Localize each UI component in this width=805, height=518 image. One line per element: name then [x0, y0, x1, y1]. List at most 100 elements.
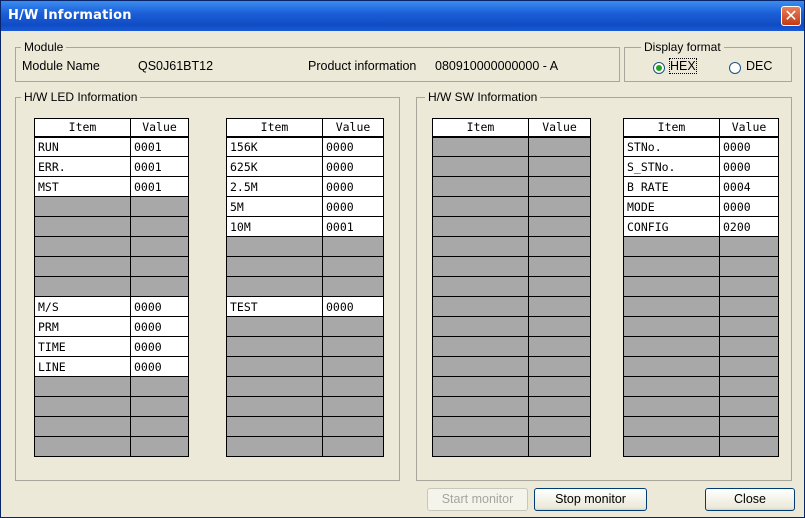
hw-sw-legend: H/W SW Information — [425, 90, 541, 104]
cell-item — [432, 356, 529, 377]
window-title: H/W Information — [8, 8, 132, 23]
table-row — [432, 216, 591, 237]
table-row — [623, 416, 779, 437]
table-row — [226, 396, 384, 417]
cell-value — [719, 436, 779, 457]
cell-item — [226, 276, 323, 297]
hw-information-window: H/W Information ✕ Module Module Name QS0… — [0, 0, 805, 518]
cell-value — [528, 256, 591, 277]
cell-item — [226, 336, 323, 357]
column-header-item: Item — [623, 118, 720, 138]
table-row — [623, 256, 779, 277]
table-row: 2.5M 0000 — [226, 176, 384, 197]
table-row: B RATE 0004 — [623, 176, 779, 197]
cell-item — [226, 376, 323, 397]
table-row — [34, 416, 189, 437]
table-row: 156K 0000 — [226, 136, 384, 157]
close-button[interactable]: Close — [705, 488, 795, 511]
cell-item: B RATE — [623, 176, 720, 197]
start-monitor-button[interactable]: Start monitor — [427, 488, 528, 511]
cell-item — [432, 196, 529, 217]
table-row — [623, 376, 779, 397]
cell-value — [322, 356, 384, 377]
table-row — [226, 436, 384, 457]
cell-value — [130, 196, 189, 217]
table-row — [432, 156, 591, 177]
cell-item — [226, 356, 323, 377]
table-row — [226, 356, 384, 377]
sw-table-1: Item Value — [432, 118, 591, 457]
cell-item — [34, 276, 131, 297]
cell-item — [432, 176, 529, 197]
cell-value — [528, 196, 591, 217]
stop-monitor-button[interactable]: Stop monitor — [534, 488, 647, 511]
cell-item: M/S — [34, 296, 131, 317]
table-row: 10M 0001 — [226, 216, 384, 237]
cell-item: STNo. — [623, 136, 720, 157]
table-row — [34, 276, 189, 297]
table-row: TIME 0000 — [34, 336, 189, 357]
cell-item — [432, 236, 529, 257]
cell-value — [528, 216, 591, 237]
cell-value — [322, 376, 384, 397]
cell-value — [528, 236, 591, 257]
table-row: 625K 0000 — [226, 156, 384, 177]
table-row — [432, 396, 591, 417]
table-row: STNo. 0000 — [623, 136, 779, 157]
column-header-item: Item — [226, 118, 323, 138]
cell-value: 0000 — [322, 296, 384, 317]
cell-item: RUN — [34, 136, 131, 157]
column-header-value: Value — [322, 118, 384, 138]
table-row: CONFIG 0200 — [623, 216, 779, 237]
cell-item — [623, 316, 720, 337]
cell-item — [432, 296, 529, 317]
cell-value — [130, 236, 189, 257]
table-row: RUN 0001 — [34, 136, 189, 157]
cell-value: 0000 — [322, 156, 384, 177]
title-bar[interactable]: H/W Information ✕ — [1, 1, 804, 31]
table-row: S_STNo. 0000 — [623, 156, 779, 177]
table-row — [432, 356, 591, 377]
cell-value — [322, 316, 384, 337]
table-row — [432, 196, 591, 217]
column-header-value: Value — [719, 118, 779, 138]
cell-value — [528, 296, 591, 317]
table-row — [623, 396, 779, 417]
cell-value: 0000 — [130, 336, 189, 357]
cell-item — [623, 276, 720, 297]
cell-item: 2.5M — [226, 176, 323, 197]
cell-value: 0000 — [130, 356, 189, 377]
dec-radio[interactable] — [729, 62, 741, 74]
cell-value — [528, 376, 591, 397]
table-row — [34, 396, 189, 417]
cell-value: 0001 — [130, 156, 189, 177]
cell-item — [34, 236, 131, 257]
dec-radio-label[interactable]: DEC — [746, 59, 772, 73]
cell-value — [322, 416, 384, 437]
cell-item — [34, 416, 131, 437]
hw-led-group: H/W LED Information Item Value RUN 0001 ERR.… — [15, 90, 400, 481]
cell-value — [528, 276, 591, 297]
cell-value — [130, 376, 189, 397]
cell-item: ERR. — [34, 156, 131, 177]
cell-value — [719, 296, 779, 317]
cell-item — [226, 236, 323, 257]
cell-value — [528, 356, 591, 377]
table-row — [623, 336, 779, 357]
cell-value — [528, 136, 591, 157]
cell-value — [719, 316, 779, 337]
hex-radio-label[interactable]: HEX — [669, 58, 697, 74]
cell-item — [34, 196, 131, 217]
cell-item — [623, 376, 720, 397]
cell-item — [226, 316, 323, 337]
close-icon[interactable]: ✕ — [781, 6, 801, 26]
cell-item — [432, 336, 529, 357]
table-row — [34, 376, 189, 397]
cell-item: S_STNo. — [623, 156, 720, 177]
hex-radio[interactable] — [653, 62, 665, 74]
cell-value — [528, 156, 591, 177]
cell-item — [623, 416, 720, 437]
cell-item — [432, 136, 529, 157]
cell-item: 625K — [226, 156, 323, 177]
module-name-value: QS0J61BT12 — [138, 59, 214, 73]
